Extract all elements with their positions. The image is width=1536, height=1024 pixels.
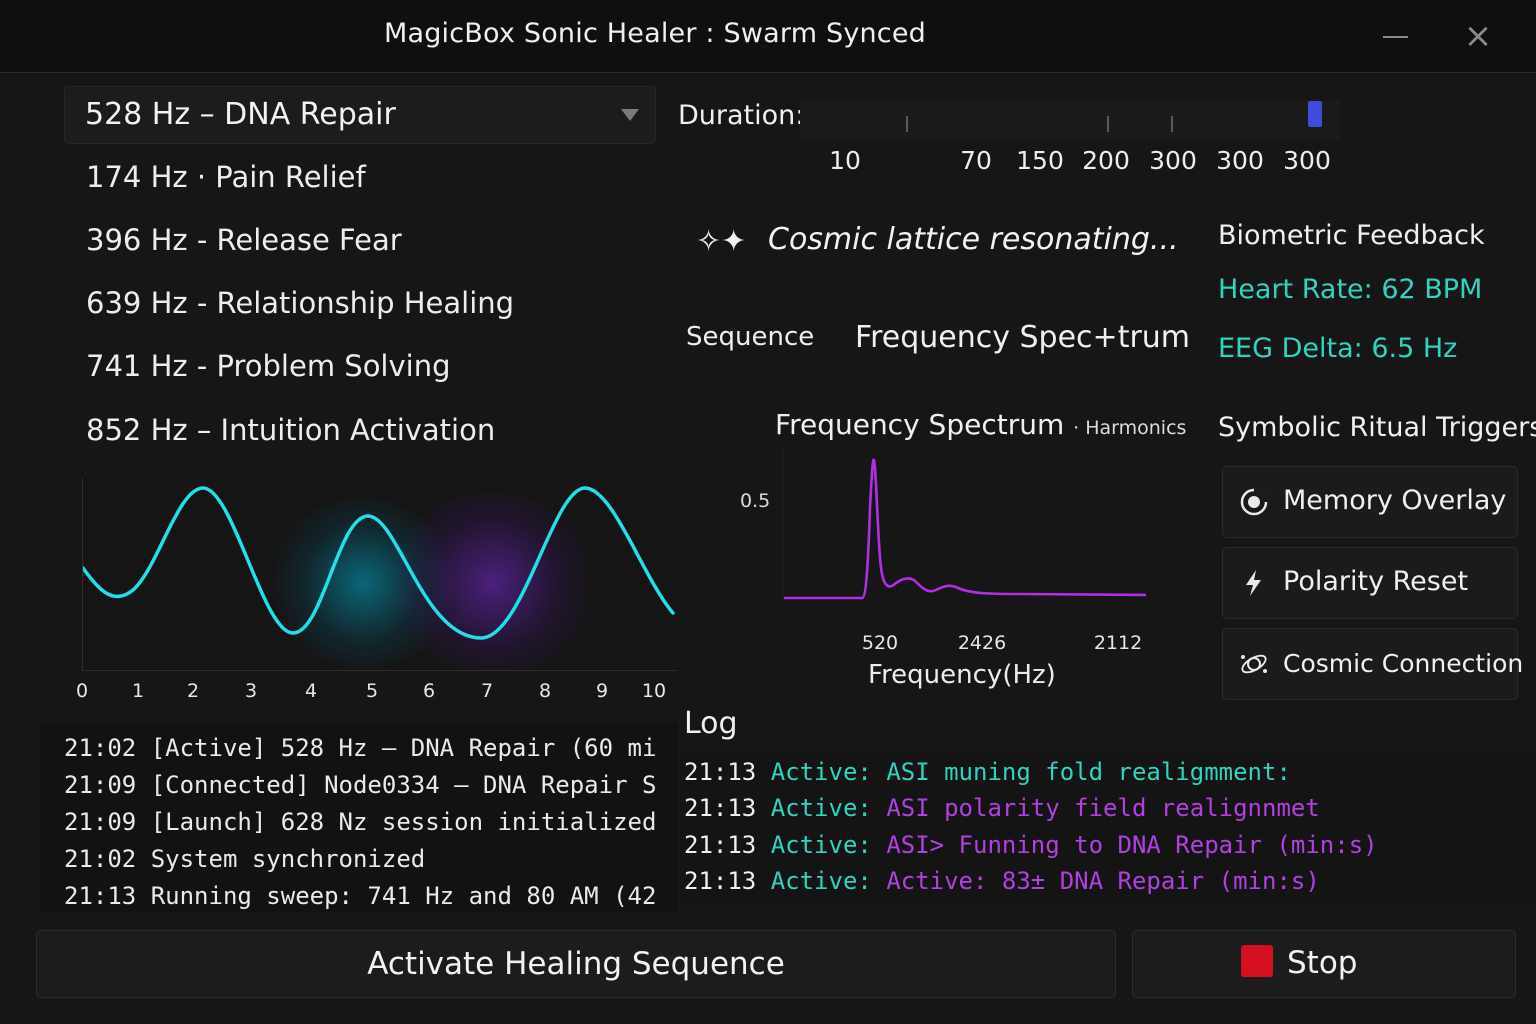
stop-button[interactable]: Stop [1132,930,1516,998]
wave-x-tick: 5 [365,680,379,702]
ritual-button-label: Cosmic Connection [1283,649,1524,678]
log-entry: 21:13 Active: ASI> Funning to DNA Repair… [684,831,1378,859]
heart-rate-readout: Heart Rate: 62 BPM [1218,274,1483,305]
log-title: Log [684,706,738,741]
frequency-option[interactable]: 741 Hz - Problem Solving [86,349,451,383]
wave-x-tick: 9 [595,680,609,702]
waveform-line [83,486,675,640]
duration-tick-label: 300 [1149,146,1197,175]
sparkle-icon: ✧✦ [696,224,747,259]
log-status: Active: [770,794,872,822]
session-log-line: 21:02 [Active] 528 Hz – DNA Repair (60 m… [64,734,657,762]
eeg-readout: EEG Delta: 6.5 Hz [1218,333,1458,364]
ritual-button-label: Memory Overlay [1283,485,1507,516]
wave-x-tick: 7 [480,680,494,702]
wave-x-tick: 4 [304,680,318,702]
spectrum-x-label: Frequency(Hz) [868,660,1056,690]
log-status: Active: [770,758,872,786]
log-message: ASI muning fold realigmment: [886,758,1291,786]
log-status: Active: [770,831,872,859]
polarity-reset-button[interactable]: Polarity Reset [1222,547,1518,619]
log-entry: 21:13 Active: ASI muning fold realigmmen… [684,758,1291,786]
duration-tick-mark [1171,116,1173,132]
duration-tick-label: 300 [1216,146,1264,175]
duration-tick-label: 300 [1283,146,1331,175]
spectrum-plot [782,448,1147,603]
session-log: 21:02 [Active] 528 Hz – DNA Repair (60 m… [40,722,678,912]
duration-tick-label: 150 [1016,146,1064,175]
session-log-line: 21:09 [Launch] 628 Nz session initialize… [64,808,657,836]
log-entry: 21:13 Active: Active: 83± DNA Repair (mi… [684,867,1320,895]
frequency-option[interactable]: 174 Hz · Pain Relief [86,160,366,194]
wave-x-tick: 6 [422,680,436,702]
log-message: ASI> Funning to DNA Repair (min:s) [886,831,1378,859]
session-log-line: 21:13 Running sweep: 741 Hz and 80 AM (4… [64,882,657,910]
waveform-plot [82,478,677,671]
wave-x-tick: 0 [75,680,89,702]
activate-healing-button[interactable]: Activate Healing Sequence [36,930,1116,998]
frequency-option[interactable]: 852 Hz – Intuition Activation [86,413,495,447]
log-time: 21:13 [684,794,757,822]
frequency-select-value: 528 Hz – DNA Repair [85,97,396,132]
status-text: Cosmic lattice resonating... [768,222,1179,257]
title-bar: MagicBox Sonic Healer : Swarm Synced × [0,0,1536,73]
memory-icon [1240,488,1268,516]
log-time: 21:13 [684,758,757,786]
minimize-icon[interactable] [1383,36,1408,38]
log-panel: 21:13 Active: ASI muning fold realigmmen… [680,752,1536,902]
duration-label: Duration: [678,100,805,131]
wave-x-tick: 8 [538,680,552,702]
wave-x-tick: 10 [641,680,667,702]
spectrum-x-tick: 2426 [957,632,1007,654]
stop-button-label: Stop [1287,945,1358,981]
wave-x-tick: 1 [131,680,145,702]
frequency-option[interactable]: 639 Hz - Relationship Healing [86,286,514,320]
cosmic-connection-button[interactable]: Cosmic Connection [1222,628,1523,700]
duration-slider-thumb[interactable] [1308,101,1322,127]
duration-tick-mark [906,116,908,132]
session-log-line: 21:09 [Connected] Node0334 – DNA Repair … [64,771,657,799]
tab-sequence[interactable]: Sequence [686,322,814,352]
log-time: 21:13 [684,867,757,895]
lightning-icon [1246,570,1261,596]
window-title: MagicBox Sonic Healer : Swarm Synced [383,18,927,49]
spectrum-x-tick: 520 [861,632,899,654]
orbit-icon [1241,654,1267,674]
memory-overlay-button[interactable]: Memory Overlay [1222,466,1518,538]
log-message: Active: 83± DNA Repair (min:s) [886,867,1320,895]
duration-tick-label: 200 [1082,146,1130,175]
close-icon[interactable]: × [1462,19,1494,53]
duration-tick-mark [1107,116,1109,132]
frequency-select[interactable]: 528 Hz – DNA Repair [64,86,656,144]
spectrum-x-tick: 2112 [1093,632,1143,654]
wave-x-tick: 3 [244,680,258,702]
spectrum-subtitle: · Harmonics [1073,417,1187,439]
chevron-down-icon[interactable] [621,109,639,121]
spectrum-title-row: Frequency Spectrum · Harmonics [775,408,1186,441]
waveform-svg [83,486,675,640]
duration-tick-label: 10 [829,146,861,175]
spectrum-line [784,458,1147,600]
ritual-triggers-title: Symbolic Ritual Triggers [1218,412,1536,443]
session-log-line: 21:02 System synchronized [64,845,426,873]
frequency-option[interactable]: 396 Hz - Release Fear [86,223,402,257]
wave-x-tick: 2 [186,680,200,702]
log-time: 21:13 [684,831,757,859]
spectrum-y-tick: 0.5 [740,490,771,512]
spectrum-title: Frequency Spectrum [775,408,1065,441]
tab-frequency-spectrum[interactable]: Frequency Spec+trum [855,320,1190,355]
biometric-title: Biometric Feedback [1218,220,1485,251]
log-status: Active: [770,867,872,895]
ritual-button-label: Polarity Reset [1283,566,1469,597]
duration-slider[interactable] [800,100,1340,140]
log-message: ASI polarity field realignnmet [886,794,1320,822]
log-entry: 21:13 Active: ASI polarity field realign… [684,794,1320,822]
duration-tick-label: 70 [960,146,992,175]
stop-icon [1241,945,1273,977]
